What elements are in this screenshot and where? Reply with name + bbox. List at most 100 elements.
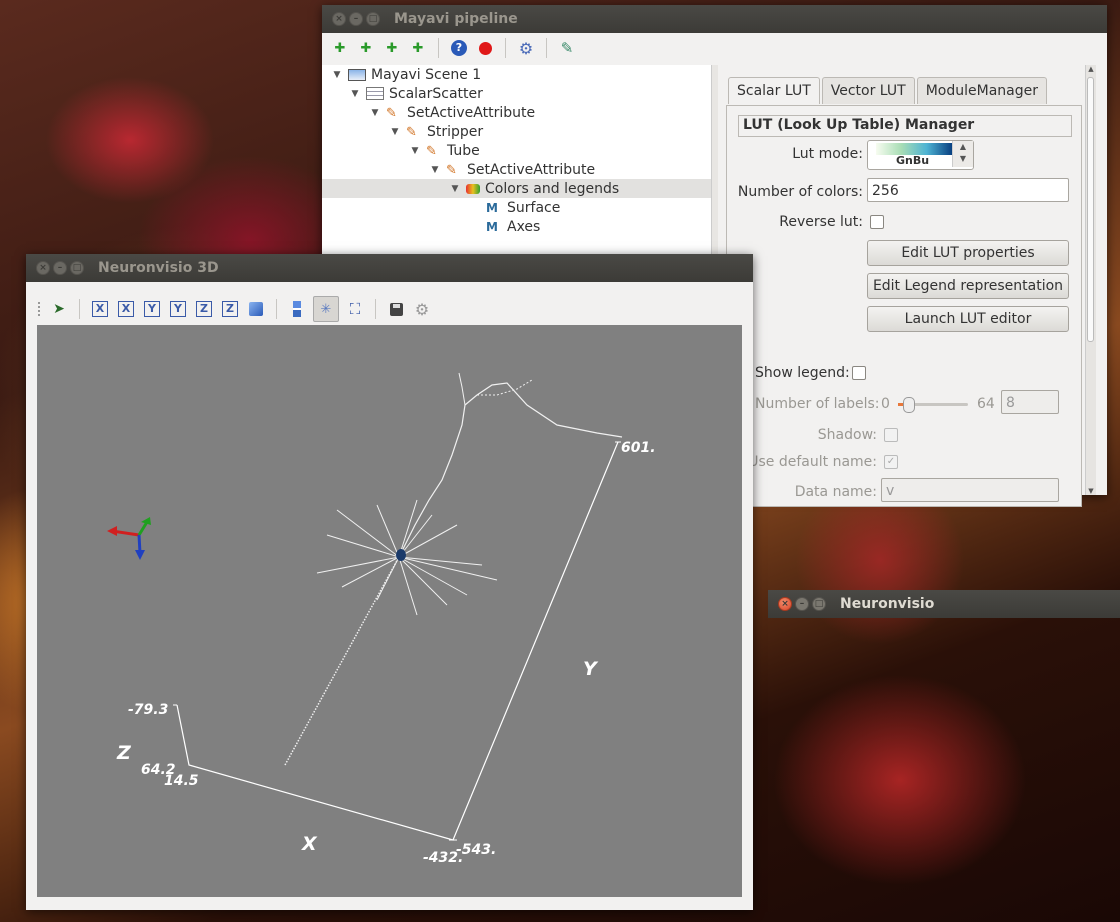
tree-item[interactable]: M Axes: [322, 217, 711, 236]
close-icon[interactable]: ×: [778, 597, 792, 611]
tab-vector-lut[interactable]: Vector LUT: [821, 77, 915, 104]
tree-item-label: Mayavi Scene 1: [371, 66, 482, 83]
tree-item[interactable]: ▼ ✎ Stripper: [322, 122, 711, 141]
edit-icon[interactable]: ✎: [557, 38, 577, 58]
expand-icon[interactable]: ▼: [390, 127, 400, 137]
add-source-icon[interactable]: ✚: [356, 38, 376, 58]
scene-icon: [348, 68, 366, 81]
maximize-icon[interactable]: □: [366, 12, 380, 26]
tree-item[interactable]: ▼ ✎ SetActiveAttribute: [322, 160, 711, 179]
reverse-lut-label: Reverse lut:: [779, 214, 863, 230]
fullscreen-icon[interactable]: ⛶: [345, 299, 365, 319]
launch-lut-editor-button[interactable]: Launch LUT editor: [867, 306, 1069, 332]
use-default-name-label: Use default name:: [748, 454, 877, 470]
viewer-titlebar[interactable]: × – □ Neuronvisio 3D: [26, 254, 753, 282]
isometric-view-icon[interactable]: [246, 299, 266, 319]
pipeline-titlebar[interactable]: × – □ Mayavi pipeline: [322, 5, 1107, 33]
colors-icon: [466, 183, 480, 194]
minimize-icon[interactable]: –: [53, 261, 67, 275]
view-x-pos-icon[interactable]: X: [90, 299, 110, 319]
tree-item[interactable]: M Surface: [322, 198, 711, 217]
reverse-lut-checkbox[interactable]: [870, 215, 884, 229]
maximize-icon[interactable]: □: [70, 261, 84, 275]
z-axis-title: Z: [117, 742, 131, 764]
view-y-neg-icon[interactable]: Y: [168, 299, 188, 319]
pipeline-tree: ▼ Mayavi Scene 1 ▼ ScalarScatter ▼ ✎ Set…: [322, 65, 711, 265]
expand-icon[interactable]: ▼: [332, 70, 342, 80]
tree-item[interactable]: ▼ Mayavi Scene 1: [322, 65, 711, 84]
neuron-axon: [284, 556, 400, 766]
gear-icon[interactable]: ⚙: [516, 38, 536, 58]
filter-icon: ✎: [386, 105, 397, 121]
slider-handle[interactable]: [903, 397, 915, 413]
scroll-up-icon[interactable]: ▲: [1086, 65, 1096, 73]
toolbar-separator: [276, 299, 277, 319]
tree-item[interactable]: ▼ ✎ SetActiveAttribute: [322, 103, 711, 122]
num-labels-min: 0: [881, 396, 890, 412]
view-x-neg-icon[interactable]: X: [116, 299, 136, 319]
minimize-icon[interactable]: –: [795, 597, 809, 611]
3d-viewport[interactable]: 601. Y -79.3 Z 64.2 14.5 X -432. -543.: [37, 325, 742, 897]
tree-item-label: Axes: [507, 218, 541, 235]
axes-outline: [176, 441, 619, 841]
help-icon[interactable]: ?: [449, 38, 469, 58]
maximize-icon[interactable]: □: [812, 597, 826, 611]
section-title-box: LUT (Look Up Table) Manager: [738, 115, 1072, 137]
expand-icon[interactable]: ▼: [350, 89, 360, 99]
add-filter-icon[interactable]: ✚: [382, 38, 402, 58]
tab-scalar-lut[interactable]: Scalar LUT: [728, 77, 820, 104]
tree-item[interactable]: ▼ ScalarScatter: [322, 84, 711, 103]
record-icon[interactable]: [475, 38, 495, 58]
gear-icon[interactable]: ⚙: [412, 299, 432, 319]
properties-panel: Scalar LUT Vector LUT ModuleManager LUT …: [718, 65, 1096, 507]
mayavi-logo-icon[interactable]: ➤: [49, 299, 69, 319]
parallel-projection-icon[interactable]: [287, 299, 307, 319]
neuronvisio-3d-window: × – □ Neuronvisio 3D ➤ X X Y Y Z Z ✳ ⛶ ⚙: [26, 254, 753, 910]
scrollbar-thumb[interactable]: [1087, 77, 1094, 342]
tree-item[interactable]: ▼ ✎ Tube: [322, 141, 711, 160]
tree-item-selected[interactable]: ▼ Colors and legends: [322, 179, 711, 198]
scrollbar[interactable]: ▲ ▼: [1085, 65, 1096, 495]
data-name-input[interactable]: v: [881, 478, 1059, 502]
expand-icon[interactable]: ▼: [450, 184, 460, 194]
lut-mode-label: Lut mode:: [792, 146, 863, 162]
save-icon[interactable]: [386, 299, 406, 319]
close-icon[interactable]: ×: [36, 261, 50, 275]
neuron-apical-branch: [477, 379, 533, 396]
z-axis-top-label: -79.3: [128, 702, 169, 718]
num-labels-slider[interactable]: [898, 397, 968, 413]
close-icon[interactable]: ×: [332, 12, 346, 26]
num-labels-max: 64: [977, 396, 995, 412]
tab-module-manager[interactable]: ModuleManager: [916, 77, 1047, 104]
view-z-pos-icon[interactable]: Z: [194, 299, 214, 319]
lut-mode-select[interactable]: GnBu ▲ ▼: [867, 140, 974, 170]
num-colors-input[interactable]: 256: [867, 178, 1069, 202]
num-labels-input[interactable]: 8: [1001, 390, 1059, 414]
view-y-pos-icon[interactable]: Y: [142, 299, 162, 319]
show-legend-checkbox[interactable]: [852, 366, 866, 380]
num-colors-label: Number of colors:: [737, 184, 863, 200]
use-default-name-checkbox[interactable]: ✓: [884, 455, 898, 469]
tree-item-label: SetActiveAttribute: [467, 161, 596, 178]
toolbar-separator: [438, 38, 439, 58]
edit-lut-properties-button[interactable]: Edit LUT properties: [867, 240, 1069, 266]
view-z-neg-icon[interactable]: Z: [220, 299, 240, 319]
spinner-icon[interactable]: ▲ ▼: [952, 141, 973, 167]
toolbar-separator: [79, 299, 80, 319]
expand-icon[interactable]: ▼: [430, 165, 440, 175]
shadow-checkbox[interactable]: [884, 428, 898, 442]
lut-mode-value: GnBu: [896, 154, 930, 167]
neuronvisio-titlebar[interactable]: × – □ Neuronvisio: [768, 590, 1120, 618]
minimize-icon[interactable]: –: [349, 12, 363, 26]
add-scene-icon[interactable]: ✚: [330, 38, 350, 58]
tree-item-label: Stripper: [427, 123, 484, 140]
x-axis-label-b: -543.: [456, 842, 497, 858]
add-module-icon[interactable]: ✚: [408, 38, 428, 58]
toolbar-separator: [546, 38, 547, 58]
edit-legend-button[interactable]: Edit Legend representation: [867, 273, 1069, 299]
pipeline-toolbar: ✚ ✚ ✚ ✚ ? ⚙ ✎: [322, 33, 1107, 63]
axes-indicator-icon[interactable]: ✳: [313, 296, 339, 322]
expand-icon[interactable]: ▼: [370, 108, 380, 118]
scroll-down-icon[interactable]: ▼: [1086, 487, 1096, 495]
expand-icon[interactable]: ▼: [410, 146, 420, 156]
